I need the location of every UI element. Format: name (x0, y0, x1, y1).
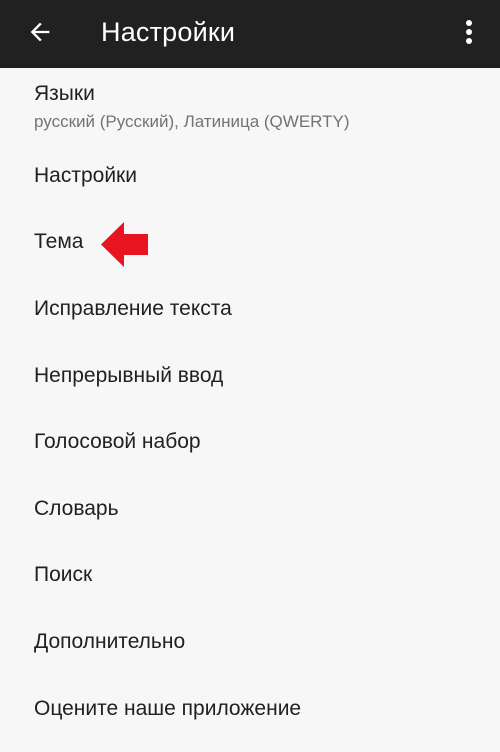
settings-item-title: Настройки (34, 164, 137, 187)
settings-item-theme[interactable]: Тема (0, 216, 500, 282)
settings-item-voice-input[interactable]: Голосовой набор (0, 415, 500, 482)
overflow-menu-button[interactable] (456, 14, 482, 50)
settings-item-title: Исправление текста (34, 297, 232, 320)
settings-item-title: Языки (34, 82, 95, 105)
more-vertical-icon (466, 20, 472, 44)
settings-item-gesture-typing[interactable]: Непрерывный ввод (0, 349, 500, 415)
app-toolbar: Настройки (0, 0, 500, 68)
settings-item-advanced[interactable]: Дополнительно (0, 615, 500, 681)
arrow-left-icon (30, 22, 50, 42)
settings-item-title: Поиск (34, 563, 93, 586)
settings-item-text-correction[interactable]: Исправление текста (0, 282, 500, 349)
settings-item-title: Оцените наше приложение (34, 697, 302, 720)
settings-item-title: Дополнительно (34, 630, 186, 653)
settings-item-title: Тема (34, 230, 84, 253)
settings-item-summary: русский (Русский), Латиница (QWERTY) (34, 112, 350, 131)
page-title: Настройки (101, 17, 236, 47)
settings-item-title: Непрерывный ввод (34, 364, 224, 387)
settings-item-dictionary[interactable]: Словарь (0, 482, 500, 548)
back-button[interactable] (20, 12, 60, 52)
settings-item-rate-app[interactable]: Оцените наше приложение (0, 681, 500, 752)
red-arrow-icon (101, 222, 148, 267)
settings-list: Языки русский (Русский), Латиница (QWERT… (0, 68, 500, 752)
settings-item-search[interactable]: Поиск (0, 548, 500, 615)
settings-item-languages[interactable]: Языки русский (Русский), Латиница (QWERT… (0, 68, 500, 150)
settings-item-title: Голосовой набор (34, 430, 201, 453)
settings-item-preferences[interactable]: Настройки (0, 150, 500, 216)
settings-item-title: Словарь (34, 497, 119, 520)
